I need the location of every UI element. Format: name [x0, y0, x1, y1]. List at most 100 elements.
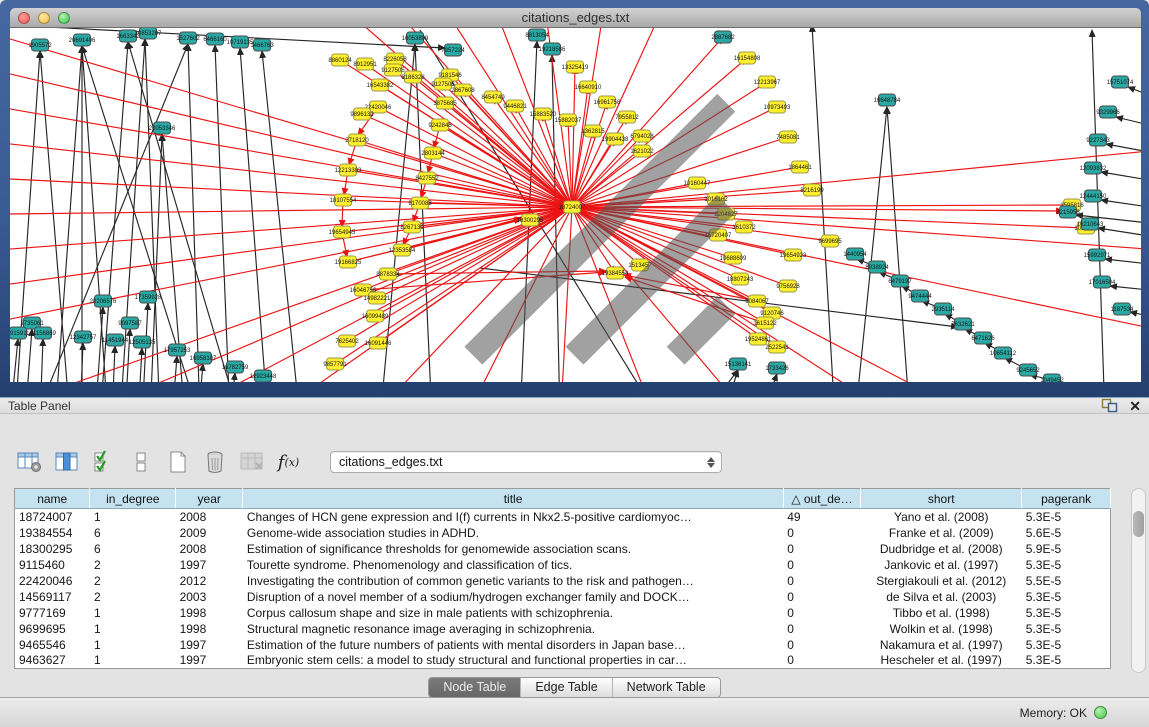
table-cell: Wolkin et al. (1998) — [861, 621, 1022, 637]
table-selector-dropdown[interactable]: citations_edges.txt — [330, 451, 722, 473]
memory-status-label: Memory: OK — [1020, 706, 1087, 720]
table-cell: Estimation of the future numbers of pati… — [243, 637, 783, 653]
status-bar: Memory: OK — [0, 697, 1149, 727]
table-cell: Dudbridge et al. (2008) — [861, 541, 1022, 557]
table-cell: Nakamura et al. (1997) — [861, 637, 1022, 653]
table-row[interactable]: 1456911722003Disruption of a novel membe… — [15, 589, 1111, 605]
column-header-short[interactable]: short — [861, 489, 1022, 509]
table-cell: Disruption of a novel member of a sodium… — [243, 589, 783, 605]
table-cell: 5.3E-5 — [1022, 589, 1111, 605]
table-cell: Corpus callosum shape and size in male p… — [243, 605, 783, 621]
table-cell: 1997 — [176, 557, 243, 573]
table-cell: 1 — [90, 637, 176, 653]
table-cell: 0 — [783, 525, 860, 541]
table-cell: 1 — [90, 621, 176, 637]
column-header-out_de[interactable]: △ out_de… — [783, 489, 860, 509]
table-cell: 0 — [783, 605, 860, 621]
column-header-in_degree[interactable]: in_degree — [90, 489, 176, 509]
window-title: citations_edges.txt — [10, 10, 1141, 25]
table-cell: 9115460 — [15, 557, 90, 573]
table-cell: Tourette syndrome. Phenomenology and cla… — [243, 557, 783, 573]
resize-grip-icon[interactable] — [10, 28, 1140, 381]
table-cell: 9699695 — [15, 621, 90, 637]
table-cell: 9463627 — [15, 653, 90, 669]
table-cell: 5.3E-5 — [1022, 621, 1111, 637]
table-row[interactable]: 1938455462009Genome-wide association stu… — [15, 525, 1111, 541]
table-row[interactable]: 2242004622012Investigating the contribut… — [15, 573, 1111, 589]
network-window: citations_edges.txt 18724007 18300295 19… — [0, 0, 1149, 397]
window-titlebar[interactable]: citations_edges.txt — [10, 8, 1141, 28]
table-toolbar: f(x) citations_edges.txt — [0, 444, 1149, 480]
unselect-all-icon[interactable] — [127, 449, 154, 476]
table-cell: Genome-wide association studies in ADHD. — [243, 525, 783, 541]
tab-network-table[interactable]: Network Table — [613, 678, 720, 697]
table-scrollbar[interactable] — [1131, 488, 1146, 673]
table-panel: Table Panel ✕ — [0, 397, 1149, 697]
table-row[interactable]: 911546021997Tourette syndrome. Phenomeno… — [15, 557, 1111, 573]
close-panel-icon[interactable]: ✕ — [1129, 399, 1141, 413]
table-cell: 19384554 — [15, 525, 90, 541]
table-cell: Estimation of significance thresholds fo… — [243, 541, 783, 557]
table-cell: Jankovic et al. (1997) — [861, 557, 1022, 573]
table-row[interactable]: 1872400712008Changes of HCN gene express… — [15, 509, 1111, 525]
table-selector-value: citations_edges.txt — [339, 455, 443, 469]
table-cell: 2008 — [176, 509, 243, 525]
delete-column-icon[interactable] — [201, 449, 228, 476]
float-panel-icon[interactable] — [1101, 398, 1119, 413]
show-columns-icon[interactable] — [53, 449, 80, 476]
table-cell: Hescheler et al. (1997) — [861, 653, 1022, 669]
network-canvas[interactable]: 18724007 18300295 19384554 22420046 9896… — [10, 28, 1141, 382]
table-cell: de Silva et al. (2003) — [861, 589, 1022, 605]
table-cell: 5.3E-5 — [1022, 557, 1111, 573]
table-cell: 5.6E-5 — [1022, 525, 1111, 541]
select-all-icon[interactable] — [90, 449, 117, 476]
zoom-window-button[interactable] — [58, 12, 70, 24]
tab-edge-table[interactable]: Edge Table — [521, 678, 612, 697]
column-header-title[interactable]: title — [243, 489, 783, 509]
table-cell: 5.3E-5 — [1022, 637, 1111, 653]
table-body: 18724007 1 2008Changes of HCN gene express… — [15, 509, 1111, 669]
node-table: namein_degreeyeartitle△ out_de…shortpage… — [14, 488, 1111, 669]
table-panel-body: f(x) citations_edges.txt namein_degreeye… — [0, 414, 1149, 701]
scrollbar-thumb[interactable] — [1133, 511, 1144, 537]
close-window-button[interactable] — [18, 12, 30, 24]
table-cell: 6 — [90, 541, 176, 557]
table-cell: 5.3E-5 — [1022, 605, 1111, 621]
column-header-pagerank[interactable]: pagerank — [1022, 489, 1111, 509]
table-cell: Tibbo et al. (1998) — [861, 605, 1022, 621]
table-cell: 1998 — [176, 621, 243, 637]
create-table-icon[interactable] — [164, 449, 191, 476]
column-header-name[interactable]: name — [15, 489, 90, 509]
table-cell: 5.9E-5 — [1022, 541, 1111, 557]
node-table-wrap: namein_degreeyeartitle△ out_de…shortpage… — [14, 488, 1129, 673]
table-row[interactable]: 977716911998Corpus callosum shape and si… — [15, 605, 1111, 621]
table-cell: Stergiakouli et al. (2012) — [861, 573, 1022, 589]
table-row[interactable]: 969969511998Structural magnetic resonanc… — [15, 621, 1111, 637]
table-cell: 18300295 — [15, 541, 90, 557]
tab-node-table[interactable]: Node Table — [429, 678, 521, 697]
minimize-window-button[interactable] — [38, 12, 50, 24]
column-header-year[interactable]: year — [176, 489, 243, 509]
table-cell: Structural magnetic resonance image aver… — [243, 621, 783, 637]
table-cell: 1997 — [176, 653, 243, 669]
table-cell: 49 — [783, 509, 860, 525]
table-cell: 2008 — [176, 541, 243, 557]
table-cell: 5.5E-5 — [1022, 573, 1111, 589]
table-cell: 2012 — [176, 573, 243, 589]
table-cell: 0 — [783, 621, 860, 637]
function-builder-icon[interactable]: f(x) — [275, 449, 302, 476]
table-cell: 2 — [90, 589, 176, 605]
delete-table-icon — [238, 449, 265, 476]
table-panel-title: Table Panel — [8, 399, 71, 413]
table-cell: 0 — [783, 589, 860, 605]
table-row[interactable]: 946362711997Embryonic stem cells: a mode… — [15, 653, 1111, 669]
attribute-settings-icon[interactable] — [16, 449, 43, 476]
table-header-row: namein_degreeyeartitle△ out_de…shortpage… — [15, 489, 1111, 509]
table-cell: Franke et al. (2009) — [861, 525, 1022, 541]
table-row[interactable]: 1830029562008Estimation of significance … — [15, 541, 1111, 557]
table-cell: 18724007 — [15, 509, 90, 525]
table-cell: Changes of HCN gene expression and I(f) … — [243, 509, 783, 525]
table-cell: 6 — [90, 525, 176, 541]
table-cell: 1 — [90, 653, 176, 669]
table-row[interactable]: 946554611997Estimation of the future num… — [15, 637, 1111, 653]
